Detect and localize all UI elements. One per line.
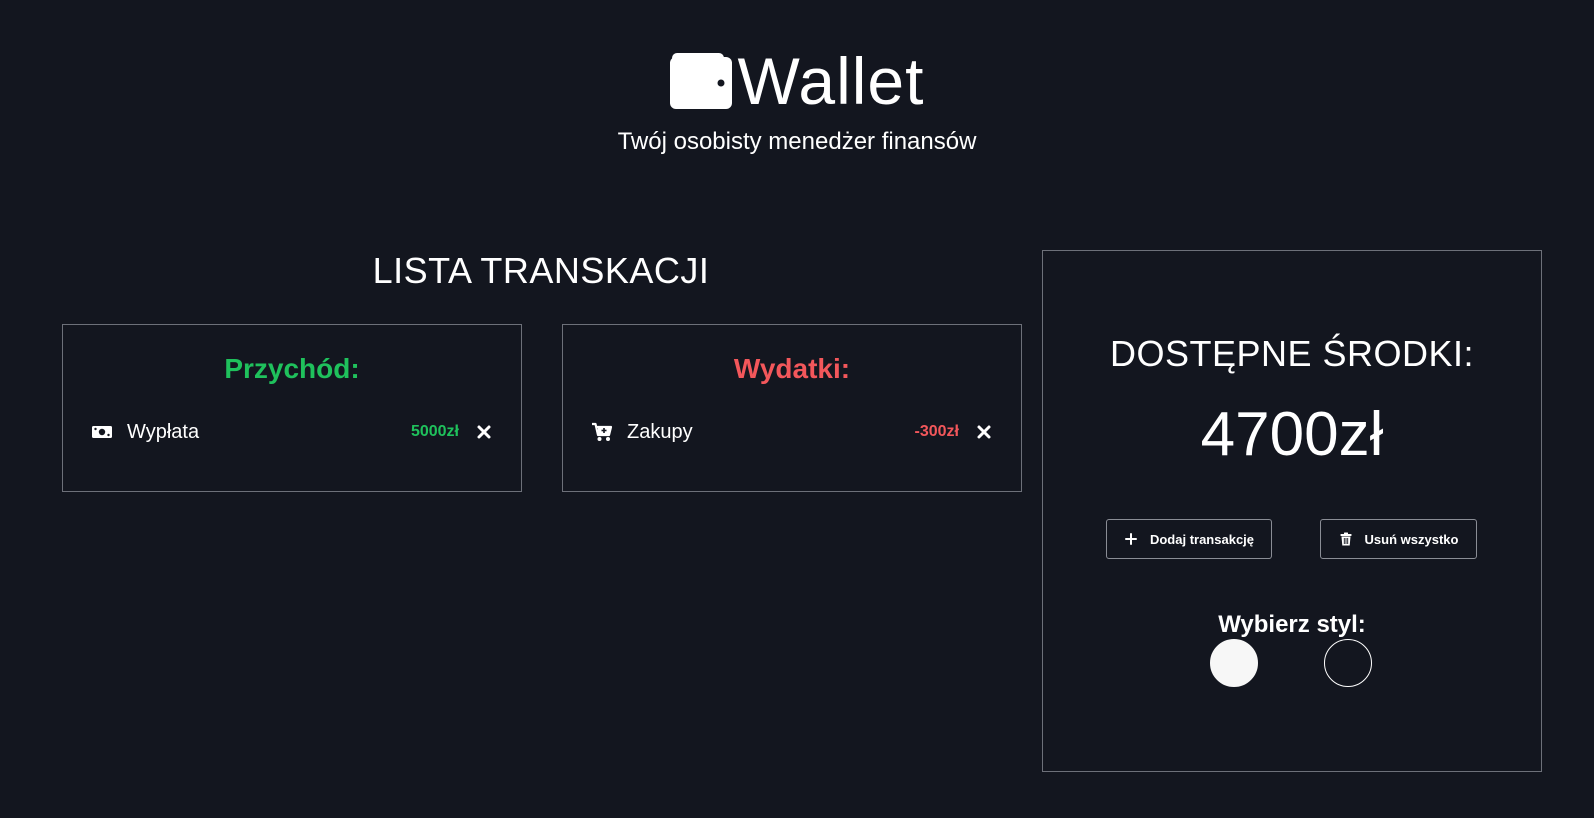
wallet-icon — [669, 53, 732, 109]
brand: Wallet — [669, 44, 925, 118]
expenses-heading: Wydatki: — [733, 353, 851, 384]
shopping-cart-icon — [592, 422, 613, 441]
income-heading: Przychód: — [224, 353, 360, 384]
transaction-name: Zakupy — [627, 420, 693, 443]
close-icon[interactable] — [475, 423, 493, 441]
dark-theme-swatch[interactable] — [1324, 639, 1372, 687]
balance-panel: DOSTĘPNE ŚRODKI: 4700zł Dodaj transakcję… — [1042, 250, 1542, 772]
balance-label: DOSTĘPNE ŚRODKI: — [1109, 333, 1475, 374]
money-bill-icon — [92, 426, 112, 438]
wallet-app: Wallet Twój osobisty menedżer finansów L… — [0, 0, 1594, 818]
close-icon[interactable] — [975, 423, 993, 441]
transaction-amount: -300zł — [914, 423, 959, 440]
trash-icon — [1340, 532, 1352, 546]
plus-icon — [1124, 533, 1137, 545]
expense-transaction-row: Zakupy -300zł — [591, 417, 993, 447]
light-theme-swatch[interactable] — [1210, 639, 1258, 687]
add-transaction-button[interactable]: Dodaj transakcję — [1106, 519, 1272, 559]
style-picker-label: Wybierz styl: — [1218, 611, 1366, 638]
delete-all-label: Usuń wszystko — [1364, 531, 1459, 547]
app-header: Wallet — [0, 46, 1594, 116]
transactions-title: LISTA TRANSKACJI — [372, 250, 710, 291]
income-transaction-row: Wypłata 5000zł — [91, 417, 493, 447]
app-subtitle: Twój osobisty menedżer finansów — [617, 128, 977, 155]
income-panel: Przychód: Wypłata 5000zł — [62, 324, 522, 492]
balance-value: 4700zł — [1200, 400, 1384, 469]
delete-all-button[interactable]: Usuń wszystko — [1320, 519, 1477, 559]
add-transaction-label: Dodaj transakcję — [1149, 531, 1255, 547]
expenses-panel: Wydatki: Zakupy -300zł — [562, 324, 1022, 492]
transaction-name: Wypłata — [127, 420, 200, 443]
transaction-amount: 5000zł — [410, 423, 459, 440]
app-title: Wallet — [737, 44, 925, 118]
